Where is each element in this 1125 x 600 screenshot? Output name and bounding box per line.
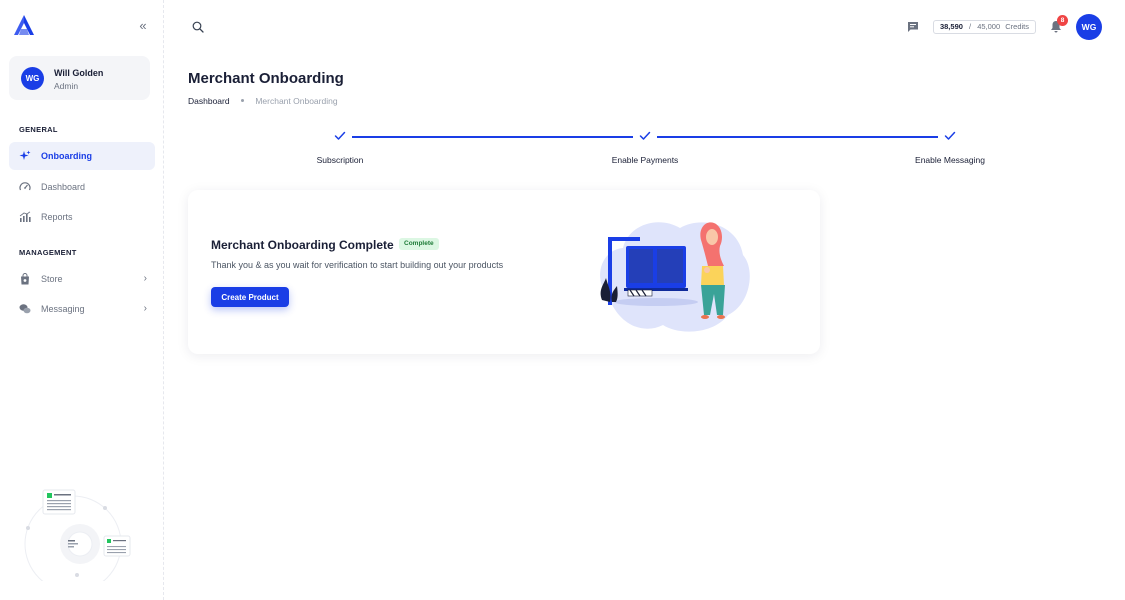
user-card[interactable]: WG Will Golden Admin — [9, 56, 150, 100]
check-icon — [334, 131, 346, 140]
page-title: Merchant Onboarding — [188, 70, 344, 87]
bar-chart-icon — [19, 211, 31, 222]
user-avatar-button[interactable]: WG — [1076, 14, 1102, 40]
sidebar-item-label: Dashboard — [41, 182, 86, 192]
sidebar: « WG Will Golden Admin GENERAL Onboardin… — [0, 0, 164, 600]
step-label-subscription: Subscription — [316, 155, 364, 165]
user-name: Will Golden — [54, 68, 104, 78]
collapse-sidebar-icon[interactable]: « — [136, 19, 150, 33]
sidebar-illustration — [24, 489, 131, 581]
sidebar-item-store[interactable]: Store › — [9, 265, 155, 293]
avatar: WG — [21, 67, 44, 90]
credits-separator: / — [969, 22, 972, 31]
logo-icon[interactable] — [14, 15, 34, 37]
sidebar-item-label: Onboarding — [41, 151, 92, 161]
breadcrumb-separator — [240, 99, 244, 103]
sparkles-icon — [19, 150, 31, 160]
shopping-bag-icon — [21, 273, 29, 285]
section-label-general: GENERAL — [19, 125, 58, 134]
onboarding-complete-card: Merchant Onboarding Complete Complete Th… — [188, 190, 820, 354]
breadcrumb-current: Merchant Onboarding — [255, 96, 338, 106]
chevron-right-icon: › — [143, 273, 147, 284]
sidebar-item-label: Reports — [41, 212, 73, 222]
step-label-enable-messaging: Enable Messaging — [915, 155, 985, 165]
sidebar-item-label: Store — [41, 274, 63, 284]
create-product-button[interactable]: Create Product — [211, 287, 289, 307]
sidebar-item-reports[interactable]: Reports — [9, 203, 155, 231]
chevron-right-icon: › — [143, 303, 147, 314]
credits-used: 38,590 — [939, 22, 963, 31]
sidebar-item-label: Messaging — [41, 304, 85, 314]
gauge-icon — [19, 182, 31, 191]
onboarding-illustration — [600, 222, 750, 332]
credits-indicator: 38,590 / 45,000 Credits — [933, 20, 1036, 34]
sidebar-item-messaging[interactable]: Messaging › — [9, 295, 155, 323]
notification-badge: 8 — [1057, 15, 1068, 26]
chat-bubbles-icon — [19, 304, 31, 314]
chat-icon[interactable] — [907, 21, 919, 33]
sidebar-item-dashboard[interactable]: Dashboard — [9, 173, 155, 201]
sidebar-item-onboarding[interactable]: Onboarding — [9, 142, 155, 170]
check-icon — [639, 131, 651, 140]
credits-total: 45,000 — [977, 22, 1001, 31]
step-connector — [352, 136, 633, 138]
section-label-management: MANAGEMENT — [19, 248, 77, 257]
card-description: Thank you & as you wait for verification… — [211, 260, 504, 270]
user-role: Admin — [54, 81, 79, 91]
check-icon — [944, 131, 956, 140]
breadcrumb: Dashboard Merchant Onboarding — [188, 96, 338, 106]
credits-label: Credits — [1005, 22, 1030, 31]
status-badge: Complete — [399, 238, 439, 250]
step-label-enable-payments: Enable Payments — [611, 155, 679, 165]
breadcrumb-dashboard-link[interactable]: Dashboard — [188, 96, 230, 106]
search-icon[interactable] — [192, 21, 204, 33]
card-title: Merchant Onboarding Complete — [211, 238, 394, 252]
step-connector — [657, 136, 938, 138]
